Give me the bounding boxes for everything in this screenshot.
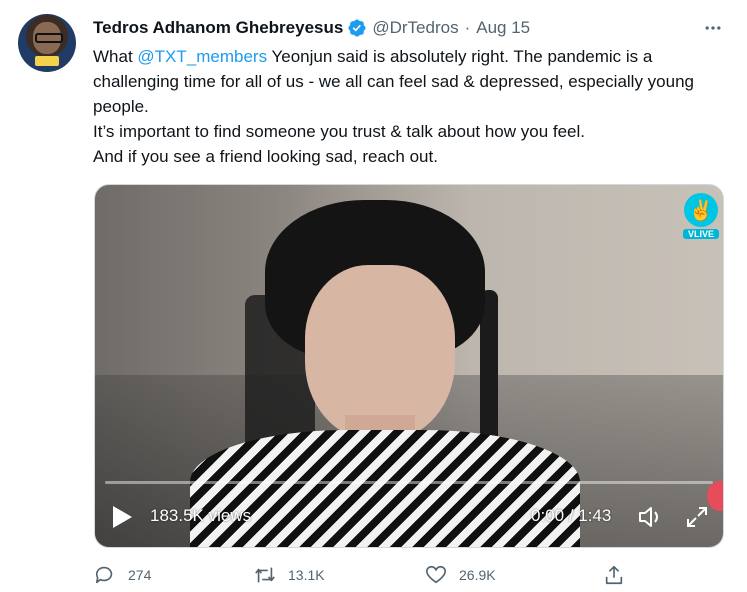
video-person-face [305, 265, 455, 440]
reply-action[interactable]: 274 [94, 560, 151, 590]
like-action[interactable]: 26.9K [425, 560, 496, 590]
share-icon [605, 565, 623, 585]
tweet-text-paragraph-1: What @TXT_members Yeonjun said is absolu… [93, 44, 723, 119]
mention-link[interactable]: @TXT_members [137, 47, 267, 66]
fullscreen-icon[interactable] [685, 505, 709, 529]
share-action[interactable] [603, 560, 625, 590]
like-icon [426, 565, 446, 584]
tweet: Tedros Adhanom Ghebreyesus @DrTedros · A… [0, 0, 747, 592]
video-controls: 183.5K views 0:00 / 1:43 [95, 497, 723, 537]
separator-dot: · [464, 18, 471, 37]
video-progress-bar[interactable] [105, 481, 713, 484]
tweet-text: What @TXT_members Yeonjun said is absolu… [93, 44, 723, 169]
vlive-hand-icon: ✌ [684, 193, 718, 227]
retweet-count: 13.1K [288, 567, 325, 583]
tweet-actions: 274 13.1K 26.9K [0, 560, 747, 590]
author-handle[interactable]: @DrTedros [372, 18, 458, 38]
tweet-date[interactable]: Aug 15 [476, 18, 530, 38]
retweet-action[interactable]: 13.1K [254, 560, 325, 590]
tweet-text-paragraph-2: It’s important to find someone you trust… [93, 122, 586, 141]
play-icon[interactable] [111, 505, 133, 529]
avatar-glasses [35, 33, 63, 43]
vlive-logo: ✌ VLIVE [683, 193, 719, 241]
tweet-text-paragraph-3: And if you see a friend looking sad, rea… [93, 147, 438, 166]
reply-icon [95, 566, 113, 584]
volume-icon[interactable] [638, 505, 664, 529]
like-count: 26.9K [459, 567, 496, 583]
reply-count: 274 [128, 567, 152, 583]
tweet-header: Tedros Adhanom Ghebreyesus @DrTedros · A… [93, 16, 530, 40]
more-icon[interactable] [701, 16, 725, 40]
video-player[interactable]: ✌ VLIVE 183.5K views 0:00 / 1:43 [94, 184, 724, 548]
retweet-icon [255, 567, 275, 583]
avatar-badge [35, 56, 59, 66]
author-name[interactable]: Tedros Adhanom Ghebreyesus [93, 18, 343, 38]
text-prefix: What [93, 47, 138, 66]
avatar[interactable] [18, 14, 76, 72]
vlive-label: VLIVE [683, 229, 719, 239]
video-time: 0:00 / 1:43 [531, 506, 612, 525]
verified-badge-icon [347, 18, 367, 38]
view-count: 183.5K views [150, 506, 252, 525]
